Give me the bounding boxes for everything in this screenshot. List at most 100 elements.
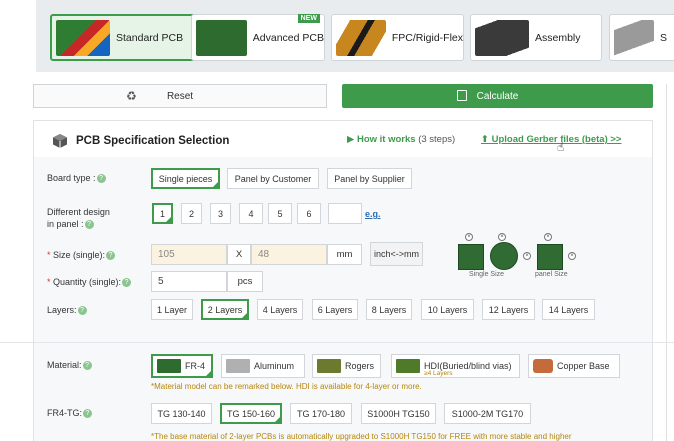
tab-label: Assembly: [535, 31, 581, 44]
calculator-icon: [457, 90, 467, 101]
eg-link[interactable]: e.g.: [365, 209, 381, 219]
fr4-thumbnail: [157, 359, 181, 373]
how-it-works-link[interactable]: ▶ How it works (3 steps): [347, 134, 455, 145]
aluminum-thumbnail: [226, 359, 250, 373]
hdi-sub-label: ≥4 Layers: [424, 370, 453, 377]
how-steps: (3 steps): [418, 134, 456, 145]
layer-option[interactable]: 8 Layers: [366, 299, 412, 320]
size-width-input[interactable]: 105: [151, 244, 227, 265]
design-count-2[interactable]: 2: [181, 203, 202, 224]
standard-pcb-thumbnail: [56, 19, 110, 56]
layer-option[interactable]: 4 Layers: [257, 299, 303, 320]
hand-cursor-icon: ☝: [557, 140, 565, 154]
material-fr4[interactable]: FR-4: [151, 354, 213, 378]
material-note: *Material model can be remarked below. H…: [151, 382, 422, 391]
reset-label: Reset: [166, 90, 194, 102]
design-count-6[interactable]: 6: [297, 203, 321, 224]
help-icon: ?: [84, 220, 94, 230]
design-count-1[interactable]: 1: [152, 203, 173, 224]
material-aluminum[interactable]: Aluminum: [221, 354, 305, 378]
unit-toggle-button[interactable]: inch<->mm: [370, 242, 423, 266]
material-rogers-label: Rogers: [345, 361, 375, 371]
close-icon: ×: [498, 233, 506, 241]
tab-s[interactable]: S: [609, 14, 674, 61]
tg-option[interactable]: S1000-2M TG170: [444, 403, 531, 424]
advanced-pcb-thumbnail: [196, 19, 247, 56]
close-icon: ×: [465, 233, 473, 241]
layer-option[interactable]: 12 Layers: [482, 299, 535, 320]
close-icon: ×: [523, 252, 531, 260]
size-unit: mm: [327, 244, 362, 265]
tab-label: S: [660, 31, 668, 44]
board-type-panel-by-supplier[interactable]: Panel by Supplier: [327, 168, 412, 189]
board-type-panel-by-customer[interactable]: Panel by Customer: [227, 168, 319, 189]
layers-label: Layers:?: [47, 305, 87, 316]
quantity-input[interactable]: 5: [151, 271, 227, 292]
tg-option[interactable]: TG 130-140: [151, 403, 212, 424]
reset-button[interactable]: ♻ Reset: [33, 84, 327, 108]
tab-standard-pcb[interactable]: Standard PCB: [50, 14, 198, 61]
close-icon: ×: [544, 233, 552, 241]
tg-option-selected[interactable]: TG 150-160: [220, 403, 282, 424]
design-count-5[interactable]: 5: [268, 203, 292, 224]
tab-assembly[interactable]: Assembly: [470, 14, 602, 61]
size-separator: X: [227, 244, 251, 265]
calculate-button[interactable]: Calculate: [342, 84, 653, 108]
help-icon: ?: [122, 278, 132, 288]
tg-note: *The base material of 2-layer PCBs is au…: [151, 432, 572, 441]
help-icon: ?: [82, 361, 92, 371]
design-count-3[interactable]: 3: [210, 203, 231, 224]
panel-size-pcb-icon: [537, 244, 563, 270]
different-design-label: Different design: [47, 207, 110, 217]
upload-arrow-icon: ⬆: [481, 134, 489, 145]
single-size-round-pcb-icon: [490, 242, 518, 270]
rogers-thumbnail: [317, 359, 341, 373]
material-fr4-label: FR-4: [185, 361, 205, 371]
new-badge: NEW: [297, 14, 320, 23]
material-copper-label: Copper Base: [557, 361, 610, 371]
fpc-thumbnail: [336, 19, 386, 56]
section-divider: [0, 342, 674, 343]
design-count-custom-input[interactable]: [328, 203, 362, 224]
single-size-caption: Single Size: [469, 271, 505, 278]
layer-option-selected[interactable]: 2 Layers: [201, 299, 249, 320]
material-copper-base[interactable]: Copper Base: [528, 354, 620, 378]
material-aluminum-label: Aluminum: [254, 361, 295, 371]
cube-icon: [53, 134, 67, 148]
help-icon: ?: [96, 174, 106, 184]
layer-option[interactable]: 1 Layer: [151, 299, 193, 320]
material-hdi[interactable]: HDI(Buried/blind vias) ≥4 Layers: [391, 354, 520, 378]
quantity-unit: pcs: [227, 271, 263, 292]
material-rogers[interactable]: Rogers: [312, 354, 381, 378]
tg-option[interactable]: TG 170-180: [290, 403, 352, 424]
product-tabs-bar: Standard PCB Advanced PCB NEW FPC/Rigid-…: [36, 0, 674, 72]
layer-option[interactable]: 10 Layers: [421, 299, 474, 320]
recycle-icon: ♻: [126, 89, 137, 103]
panel-title: PCB Specification Selection: [76, 135, 230, 147]
right-column-edge: [666, 84, 674, 441]
size-height-input[interactable]: 48: [251, 244, 327, 265]
layer-option[interactable]: 14 Layers: [542, 299, 595, 320]
page: Standard PCB Advanced PCB NEW FPC/Rigid-…: [0, 0, 674, 441]
design-count-4[interactable]: 4: [239, 203, 263, 224]
help-icon: ?: [77, 306, 87, 316]
tg-option[interactable]: S1000H TG150: [361, 403, 436, 424]
material-label: Material:?: [47, 360, 92, 371]
in-panel-label: in panel :?: [47, 219, 94, 230]
single-size-pcb-icon: [458, 244, 484, 270]
board-type-label: Board type :?: [47, 173, 106, 184]
tab-fpc-rigid-flex[interactable]: FPC/Rigid-Flex: [331, 14, 464, 61]
stencil-thumbnail: [614, 19, 654, 56]
board-type-single-pieces[interactable]: Single pieces: [151, 168, 220, 189]
copper-thumbnail: [533, 359, 553, 373]
calculate-label: Calculate: [476, 90, 519, 102]
tab-label: Standard PCB: [116, 31, 184, 44]
tab-label: Advanced PCB: [252, 31, 324, 44]
quantity-label: * Quantity (single):?: [47, 277, 132, 288]
help-icon: ?: [83, 409, 92, 419]
how-label: How it works: [356, 134, 416, 145]
layer-option[interactable]: 6 Layers: [312, 299, 358, 320]
help-icon: ?: [106, 251, 116, 261]
upload-gerber-link[interactable]: ⬆ Upload Gerber files (beta) >>: [481, 134, 621, 145]
tab-advanced-pcb[interactable]: Advanced PCB NEW: [191, 14, 325, 61]
